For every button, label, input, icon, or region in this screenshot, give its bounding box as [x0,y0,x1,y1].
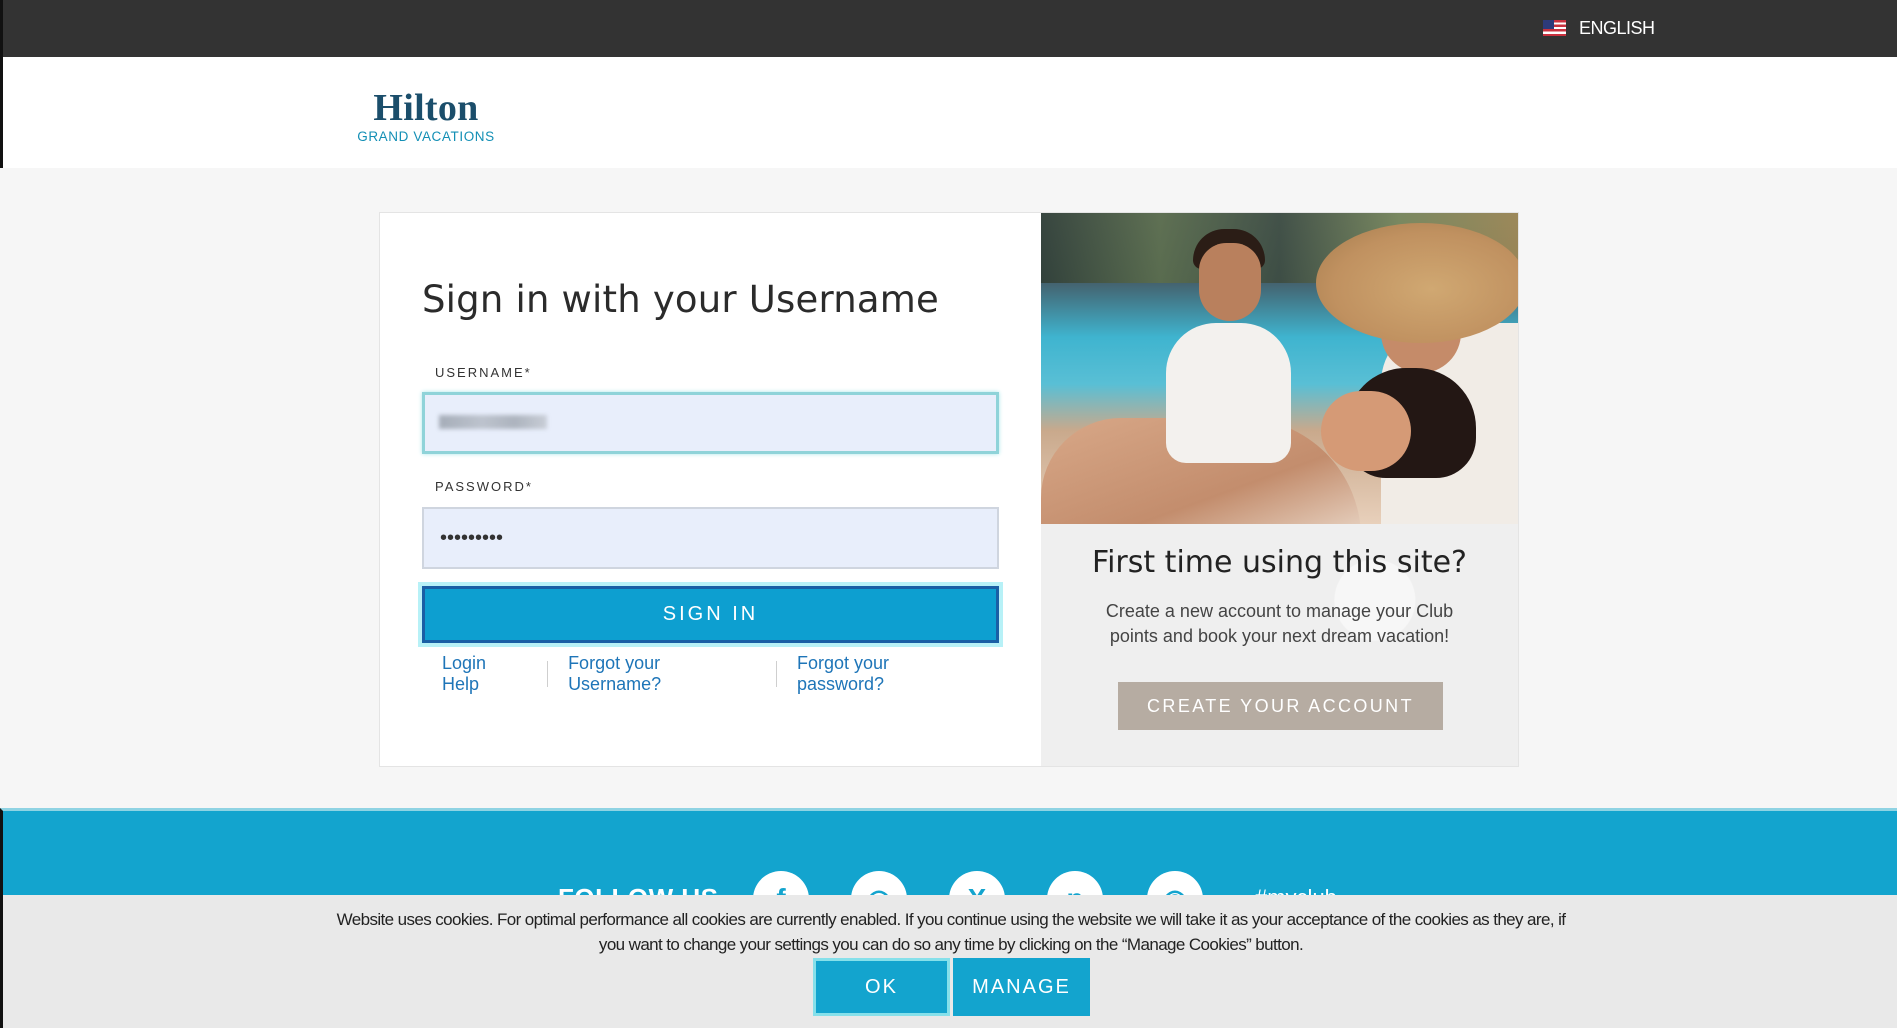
forgot-username-link[interactable]: Forgot your Username? [548,653,776,695]
cookie-message: Website uses cookies. For optimal perfor… [336,910,1566,954]
login-help-link[interactable]: Login Help [422,653,547,695]
family-pool-photo [1041,213,1518,524]
top-bar: ENGLISH [0,0,1897,57]
create-account-panel: First time using this site? Create a new… [1041,213,1518,766]
cookie-banner: Website uses cookies. For optimal perfor… [0,895,1897,1028]
logo-main-text: Hilton [373,87,479,129]
site-header: Hilton GRAND VACATIONS [0,57,1897,168]
promo-title: First time using this site? [1092,545,1467,580]
username-blurred-value [439,415,547,429]
language-selector[interactable]: ENGLISH [1543,16,1655,40]
username-input[interactable] [422,392,999,454]
sign-in-button[interactable]: SIGN IN [422,586,999,643]
forgot-password-link[interactable]: Forgot your password? [777,653,999,695]
password-label: PASSWORD* [435,479,533,494]
cookie-manage-button[interactable]: MANAGE [953,958,1090,1016]
password-input[interactable]: ••••••••• [422,507,999,569]
signin-panel: Sign in with your Username USERNAME* PAS… [380,213,1041,766]
signin-title: Sign in with your Username [422,278,939,321]
logo-sub-text: GRAND VACATIONS [357,129,495,144]
promo-description: Create a new account to manage your Club… [1105,601,1454,646]
hilton-grand-vacations-logo[interactable]: Hilton GRAND VACATIONS [349,89,503,144]
cookie-ok-button[interactable]: OK [813,958,950,1016]
help-links: Login Help Forgot your Username? Forgot … [422,653,999,694]
us-flag-icon [1543,20,1566,36]
login-card: Sign in with your Username USERNAME* PAS… [379,212,1519,767]
username-label: USERNAME* [435,365,532,380]
language-label: ENGLISH [1579,17,1655,38]
create-account-button[interactable]: CREATE YOUR ACCOUNT [1118,682,1443,730]
